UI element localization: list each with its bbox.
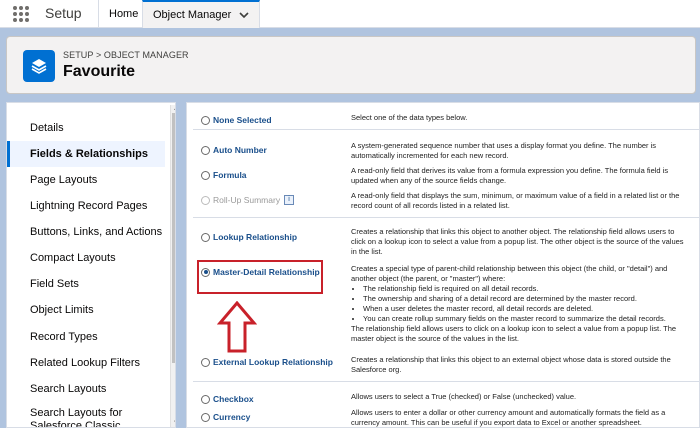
field-type-picker: None Selected Select one of the data typ… — [186, 102, 700, 428]
sidebar-item-object-limits[interactable]: Object Limits — [7, 297, 165, 323]
sidebar-item-compact-layouts[interactable]: Compact Layouts — [7, 245, 165, 271]
option-description: A read-only field that derives its value… — [351, 166, 669, 185]
option-label: None Selected — [213, 115, 272, 125]
option-label: Master-Detail Relationship — [213, 267, 320, 277]
tab-home-label: Home — [109, 8, 139, 20]
chevron-down-icon[interactable] — [239, 10, 249, 20]
bullet: You can create rollup summary fields on … — [363, 314, 691, 324]
sidebar-item-buttons-links-actions[interactable]: Buttons, Links, and Actions — [7, 219, 165, 245]
tab-home[interactable]: Home — [98, 0, 148, 28]
option-description: A system-generated sequence number that … — [351, 141, 657, 160]
option-label: Formula — [213, 170, 247, 180]
option-description: A read-only field that displays the sum,… — [351, 191, 680, 210]
option-description: Creates a relationship that links this o… — [351, 227, 684, 256]
sidebar-item-details[interactable]: Details — [7, 115, 165, 141]
layers-icon — [23, 50, 55, 82]
app-name: Setup — [45, 5, 82, 21]
option-currency[interactable]: Currency — [201, 412, 250, 422]
option-master-detail-relationship[interactable]: Master-Detail Relationship — [201, 267, 320, 277]
sidebar-scrollbar[interactable]: ▲ ▼ — [170, 105, 175, 427]
scroll-up-icon[interactable]: ▲ — [173, 106, 175, 112]
option-label: Auto Number — [213, 145, 267, 155]
radio-roll-up-summary — [201, 195, 210, 205]
breadcrumb[interactable]: SETUP > OBJECT MANAGER — [63, 50, 189, 60]
radio-external-lookup-relationship[interactable] — [201, 357, 210, 367]
master-detail-bullets: The relationship field is required on al… — [351, 284, 691, 324]
radio-formula[interactable] — [201, 170, 210, 180]
option-lookup-relationship[interactable]: Lookup Relationship — [201, 232, 297, 242]
option-auto-number[interactable]: Auto Number — [201, 145, 267, 155]
master-detail-desc: Creates a special type of parent-child r… — [351, 264, 668, 283]
highlight-box — [197, 260, 323, 294]
sidebar-item-search-layouts[interactable]: Search Layouts — [7, 376, 165, 402]
divider — [193, 129, 699, 130]
option-description: Select one of the data types below. — [351, 113, 468, 122]
scroll-down-icon[interactable]: ▼ — [173, 420, 175, 426]
tab-object-manager[interactable]: Object Manager — [142, 0, 261, 28]
option-label: Lookup Relationship — [213, 232, 298, 242]
radio-auto-number[interactable] — [201, 145, 210, 155]
option-formula[interactable]: Formula — [201, 170, 247, 180]
master-detail-desc-after: The relationship field allows users to c… — [351, 324, 677, 343]
option-description: Allows users to enter a dollar or other … — [351, 408, 666, 427]
option-description: Creates a relationship that links this o… — [351, 355, 671, 374]
sidebar: Details Fields & Relationships Page Layo… — [6, 102, 176, 428]
option-checkbox[interactable]: Checkbox — [201, 394, 254, 404]
radio-currency[interactable] — [201, 412, 210, 422]
radio-checkbox[interactable] — [201, 394, 210, 404]
info-icon[interactable]: i — [284, 195, 295, 205]
divider — [193, 217, 699, 218]
tab-object-manager-label: Object Manager — [153, 9, 232, 21]
bullet: The ownership and sharing of a detail re… — [363, 294, 691, 304]
option-label: Checkbox — [213, 394, 254, 404]
radio-none-selected[interactable] — [201, 115, 210, 125]
option-external-lookup-relationship[interactable]: External Lookup Relationship — [201, 357, 333, 367]
page-title: Favourite — [63, 63, 136, 80]
app-launcher-icon[interactable] — [13, 6, 29, 22]
sidebar-item-field-sets[interactable]: Field Sets — [7, 271, 165, 297]
sidebar-item-related-lookup-filters[interactable]: Related Lookup Filters — [7, 350, 165, 376]
sidebar-item-fields-relationships[interactable]: Fields & Relationships — [7, 141, 165, 167]
option-label: Roll-Up Summary — [213, 195, 281, 205]
option-label: External Lookup Relationship — [213, 357, 333, 367]
up-arrow-icon — [217, 301, 257, 353]
option-roll-up-summary: Roll-Up Summary i — [201, 195, 295, 205]
option-label: Currency — [213, 412, 251, 422]
bullet: The relationship field is required on al… — [363, 284, 691, 294]
radio-lookup-relationship[interactable] — [201, 232, 210, 242]
divider — [193, 381, 699, 382]
option-description-master-detail: Creates a special type of parent-child r… — [351, 264, 691, 344]
option-none-selected[interactable]: None Selected — [201, 115, 272, 125]
sidebar-item-lightning-record-pages[interactable]: Lightning Record Pages — [7, 193, 165, 219]
radio-master-detail-relationship[interactable] — [201, 267, 210, 277]
page-header: SETUP > OBJECT MANAGER Favourite — [6, 36, 696, 94]
global-nav: Setup Home Object Manager — [0, 0, 700, 28]
bullet: When a user deletes the master record, a… — [363, 304, 691, 314]
option-description: Allows users to select a True (checked) … — [351, 392, 577, 401]
sidebar-item-search-layouts-classic[interactable]: Search Layouts for Salesforce Classic — [7, 407, 165, 427]
scroll-thumb[interactable] — [172, 113, 175, 363]
sidebar-item-page-layouts[interactable]: Page Layouts — [7, 167, 165, 193]
sidebar-item-record-types[interactable]: Record Types — [7, 324, 165, 350]
